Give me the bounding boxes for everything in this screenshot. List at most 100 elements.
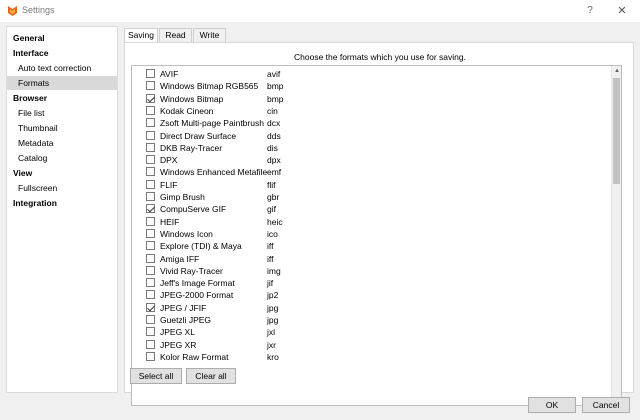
format-row[interactable]: Kolor Raw Format kro: [132, 351, 610, 363]
format-name: JPEG XR: [160, 339, 197, 350]
format-name: Zsoft Multi-page Paintbrush: [160, 118, 264, 129]
format-name: Vivid Ray-Tracer: [160, 265, 223, 276]
format-checkbox[interactable]: [146, 228, 155, 238]
sidebar-item-formats[interactable]: Formats: [7, 76, 117, 90]
format-checkbox[interactable]: [146, 93, 155, 103]
format-checkbox[interactable]: [146, 192, 155, 201]
select-all-button[interactable]: Select all: [130, 368, 182, 384]
format-list: AVIF avif Windows Bitmap RGB565 bmp Windows …: [131, 65, 622, 406]
format-row[interactable]: Vivid Ray-Tracer img: [132, 265, 610, 277]
sidebar-item-thumbnail[interactable]: Thumbnail: [7, 121, 117, 135]
format-extension: iff: [267, 253, 274, 264]
format-checkbox[interactable]: [146, 339, 155, 349]
format-checkbox[interactable]: [146, 351, 155, 361]
format-checkbox[interactable]: [146, 278, 155, 288]
format-row[interactable]: Windows Bitmap RGB565 bmp: [132, 80, 610, 92]
tab-saving[interactable]: Saving: [124, 28, 158, 43]
format-name: Kodak Cineon: [160, 105, 214, 116]
format-checkbox[interactable]: [146, 167, 155, 177]
format-row[interactable]: JPEG / JFIF jpg: [132, 302, 610, 314]
format-row[interactable]: Gimp Brush gbr: [132, 191, 610, 203]
sidebar-item-general[interactable]: General: [7, 31, 117, 45]
format-name: CompuServe GIF: [160, 204, 227, 215]
format-extension: flif: [267, 179, 276, 190]
format-name: Direct Draw Surface: [160, 130, 237, 141]
close-button[interactable]: ✕: [614, 3, 630, 19]
format-checkbox[interactable]: [146, 204, 155, 214]
format-row[interactable]: Guetzli JPEG jpg: [132, 314, 610, 326]
format-name: Windows Bitmap: [160, 93, 224, 104]
format-checkbox[interactable]: [146, 69, 155, 78]
format-row[interactable]: DKB Ray-Tracer dis: [132, 142, 610, 154]
format-checkbox[interactable]: [146, 302, 155, 312]
format-checkbox[interactable]: [146, 142, 155, 152]
scroll-thumb[interactable]: [613, 78, 620, 184]
format-row[interactable]: Jeff's Image Format jif: [132, 277, 610, 289]
format-name: Explore (TDI) & Maya: [160, 241, 242, 252]
sidebar-item-metadata[interactable]: Metadata: [7, 136, 117, 150]
cancel-button[interactable]: Cancel: [582, 397, 630, 413]
format-extension: jif: [267, 278, 274, 289]
format-name: FLIF: [160, 179, 178, 190]
format-row[interactable]: Direct Draw Surface dds: [132, 130, 610, 142]
format-row[interactable]: CompuServe GIF gif: [132, 203, 610, 215]
format-checkbox[interactable]: [146, 241, 155, 251]
format-list-scrollbar[interactable]: ▲ ▼: [611, 66, 621, 405]
format-row[interactable]: FLIF flif: [132, 179, 610, 191]
window-title: Settings: [22, 5, 55, 15]
clear-all-button[interactable]: Clear all: [186, 368, 236, 384]
format-checkbox[interactable]: [146, 315, 155, 324]
format-row[interactable]: Windows Icon ico: [132, 228, 610, 240]
format-checkbox[interactable]: [146, 105, 155, 115]
format-checkbox[interactable]: [146, 155, 155, 165]
format-row[interactable]: Zsoft Multi-page Paintbrush dcx: [132, 117, 610, 129]
sidebar-item-view[interactable]: View: [7, 166, 117, 180]
format-name: Gimp Brush: [160, 192, 205, 202]
format-extension: cin: [267, 105, 278, 116]
format-checkbox[interactable]: [146, 179, 155, 189]
format-checkbox[interactable]: [146, 265, 155, 275]
format-extension: dpx: [267, 155, 281, 166]
format-name: DKB Ray-Tracer: [160, 142, 223, 153]
format-checkbox[interactable]: [146, 290, 155, 300]
format-name: DPX: [160, 155, 178, 166]
format-name: Jeff's Image Format: [160, 278, 235, 289]
format-checkbox[interactable]: [146, 216, 155, 226]
sidebar-item-browser[interactable]: Browser: [7, 91, 117, 105]
tab-write[interactable]: Write: [193, 28, 226, 42]
format-extension: bmp: [267, 93, 284, 104]
format-extension: gif: [267, 204, 276, 215]
format-name: Amiga IFF: [160, 253, 200, 264]
sidebar-item-interface[interactable]: Interface: [7, 46, 117, 60]
sidebar-item-integration[interactable]: Integration: [7, 196, 117, 210]
format-row[interactable]: Explore (TDI) & Maya iff: [132, 240, 610, 252]
format-name: Windows Enhanced Metafile: [160, 167, 268, 178]
format-extension: img: [267, 265, 281, 276]
format-row[interactable]: Windows Enhanced Metafile emf: [132, 166, 610, 178]
format-extension: kro: [267, 351, 279, 362]
tab-read[interactable]: Read: [159, 28, 192, 42]
format-row[interactable]: JPEG XL jxl: [132, 326, 610, 338]
format-row[interactable]: AVIF avif: [132, 68, 610, 80]
help-button[interactable]: ?: [582, 3, 598, 19]
ok-button[interactable]: OK: [528, 397, 576, 413]
format-checkbox[interactable]: [146, 130, 155, 140]
format-checkbox[interactable]: [146, 118, 155, 128]
sidebar-item-auto-text-correction[interactable]: Auto text correction: [7, 61, 117, 75]
sidebar-item-catalog[interactable]: Catalog: [7, 151, 117, 165]
format-row[interactable]: JPEG-2000 Format jp2: [132, 289, 610, 301]
format-row[interactable]: DPX dpx: [132, 154, 610, 166]
format-extension: heic: [267, 216, 283, 227]
scroll-up-icon[interactable]: ▲: [612, 66, 621, 76]
saving-panel: Choose the formats which you use for sav…: [124, 42, 634, 406]
format-row[interactable]: Kodak Cineon cin: [132, 105, 610, 117]
format-row[interactable]: Windows Bitmap bmp: [132, 93, 610, 105]
format-checkbox[interactable]: [146, 253, 155, 263]
format-checkbox[interactable]: [146, 327, 155, 337]
format-row[interactable]: HEIF heic: [132, 216, 610, 228]
sidebar-item-file-list[interactable]: File list: [7, 106, 117, 120]
format-checkbox[interactable]: [146, 81, 155, 91]
sidebar-item-fullscreen[interactable]: Fullscreen: [7, 181, 117, 195]
format-row[interactable]: JPEG XR jxr: [132, 339, 610, 351]
format-row[interactable]: Amiga IFF iff: [132, 253, 610, 265]
